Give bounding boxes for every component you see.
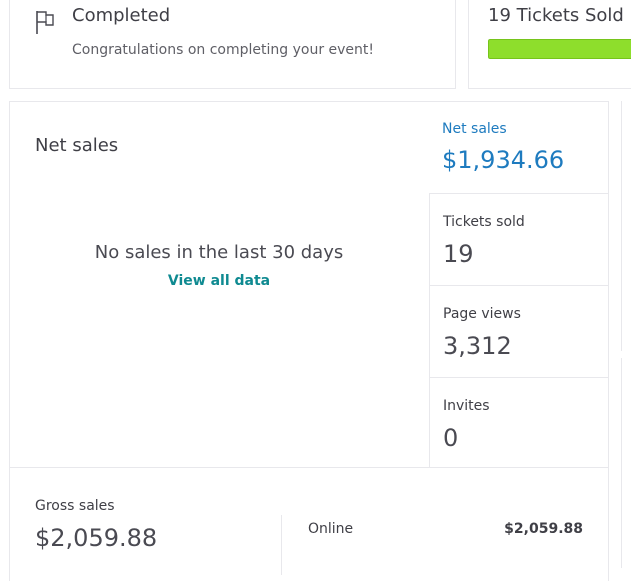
stat-tickets-sold[interactable]: Tickets sold 19 xyxy=(429,193,609,285)
stat-net-sales[interactable]: Net sales $1,934.66 xyxy=(429,102,609,193)
flag-icon xyxy=(36,11,54,34)
stat-invites-label: Invites xyxy=(443,398,490,414)
gross-sales-value: $2,059.88 xyxy=(35,524,158,552)
stat-net-sales-label: Net sales xyxy=(442,121,507,137)
adjacent-card-edge xyxy=(621,358,631,568)
stat-invites-value: 0 xyxy=(443,424,459,452)
no-sales-message: No sales in the last 30 days xyxy=(94,242,344,263)
stat-page-views[interactable]: Page views 3,312 xyxy=(429,285,609,377)
stat-invites[interactable]: Invites 0 xyxy=(429,377,609,468)
stat-tickets-sold-label: Tickets sold xyxy=(443,214,525,230)
gross-sales-section: Gross sales $2,059.88 Online $2,059.88 xyxy=(10,467,609,588)
tickets-progress-fill xyxy=(488,39,631,59)
gross-sales-label: Gross sales xyxy=(35,498,115,514)
stat-page-views-value: 3,312 xyxy=(443,332,512,360)
tickets-sold-card: 19 Tickets Sold xyxy=(468,0,631,89)
view-all-data-link[interactable]: View all data xyxy=(10,273,428,289)
tickets-sold-title: 19 Tickets Sold xyxy=(488,5,624,26)
divider xyxy=(281,515,282,575)
net-sales-heading: Net sales xyxy=(35,135,119,156)
event-status-message: Congratulations on completing your event… xyxy=(72,42,375,58)
event-status-title: Completed xyxy=(72,5,171,26)
adjacent-card-edge xyxy=(621,101,631,351)
event-status-card: Completed Congratulations on completing … xyxy=(9,0,456,89)
stat-tickets-sold-value: 19 xyxy=(443,240,474,268)
tickets-progress-bar xyxy=(488,39,631,59)
stat-page-views-label: Page views xyxy=(443,306,521,322)
online-sales-value: $2,059.88 xyxy=(504,521,583,537)
stat-net-sales-value: $1,934.66 xyxy=(442,146,565,174)
sales-overview-card: Net sales No sales in the last 30 days V… xyxy=(9,101,609,581)
online-sales-label: Online xyxy=(308,521,354,537)
